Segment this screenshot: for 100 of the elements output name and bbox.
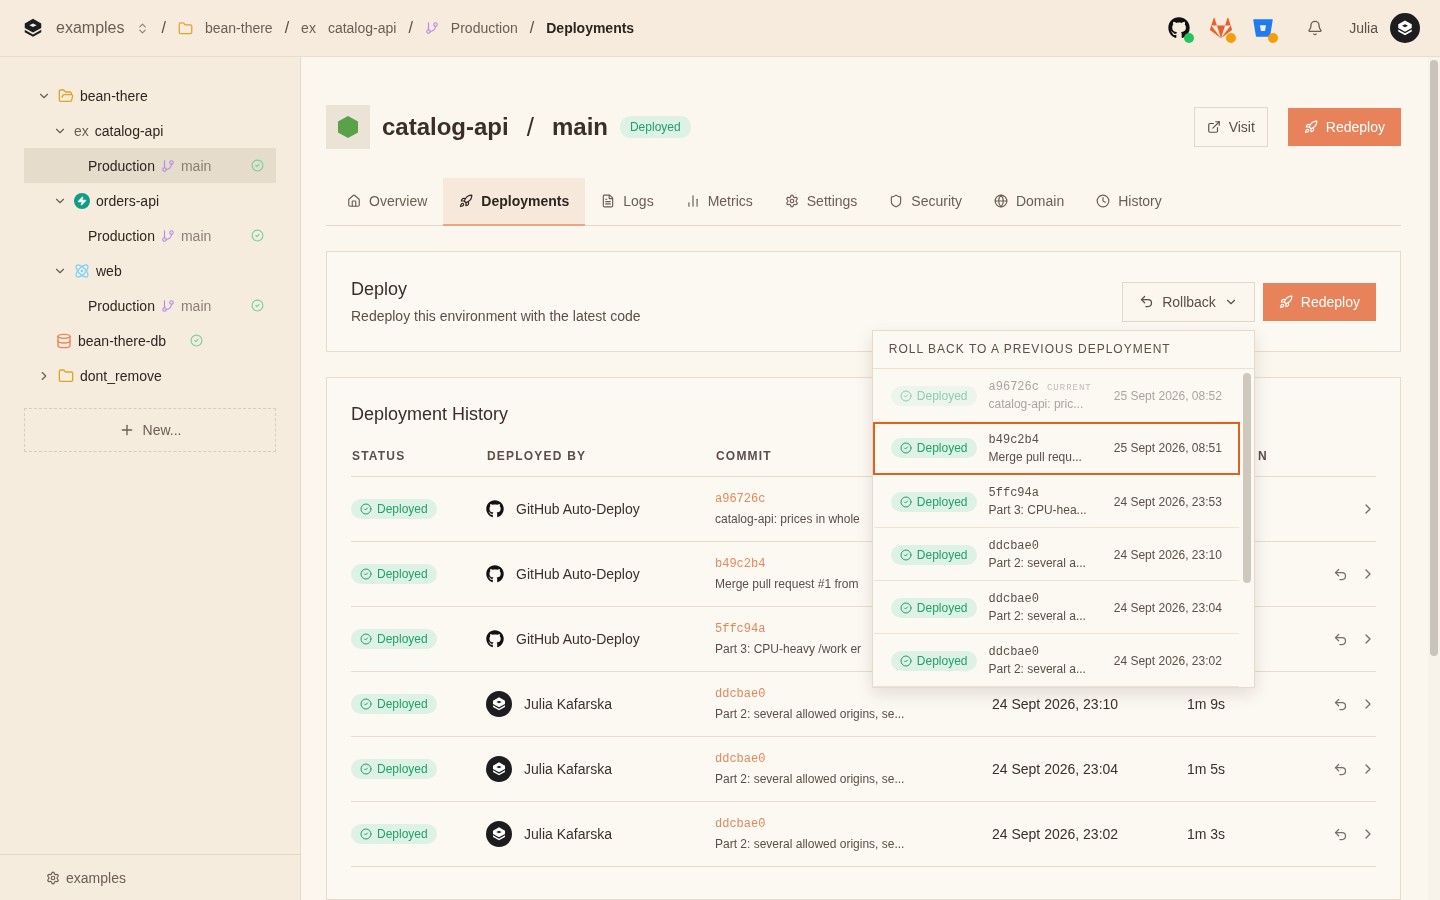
tree-item[interactable]: Production main (24, 148, 276, 183)
tree-item[interactable]: dont_remove (24, 358, 276, 393)
deploy-date: 25 Sept 2026, 08:51 (1113, 441, 1222, 455)
tab[interactable]: Overview (331, 178, 444, 226)
tree-item[interactable]: bean-there (24, 78, 276, 113)
rollback-button[interactable] (1333, 826, 1348, 842)
deploy-date: 25 Sept 2026, 08:52 (1113, 388, 1222, 403)
menu-item[interactable]: Deployed ddcbae0 Part 2: several a... 24 Sept 2026, 23:10 (872, 527, 1240, 581)
tree-label: web (96, 262, 122, 279)
tab[interactable]: Logs (585, 178, 670, 226)
commit-message: Part 2: several allowed origins, se... (715, 772, 905, 786)
tree-label: orders-api (96, 192, 160, 209)
new-button[interactable]: New... (24, 408, 276, 452)
breadcrumb-separator: / (529, 19, 535, 37)
title-separator: / (526, 111, 534, 143)
workspace-name[interactable]: examples (66, 869, 126, 886)
deploy-date: 24 Sept 2026, 23:04 (992, 761, 1119, 777)
commit-hash: a96726c CURRENT (988, 380, 1093, 394)
status-badge: Deployed (890, 544, 977, 565)
bitbucket-icon (1253, 18, 1274, 38)
status-badge: Deployed (619, 116, 691, 138)
deploy-date: 24 Sept 2026, 23:10 (992, 696, 1119, 712)
tab[interactable]: History (1080, 178, 1178, 226)
deployer-name: Julia Kafarska (524, 696, 612, 712)
logo-icon (491, 761, 507, 777)
rollback-button[interactable] (1333, 761, 1348, 777)
github-icon (486, 565, 504, 583)
status-badge: Deployed (890, 491, 977, 512)
tab[interactable]: Domain (977, 178, 1081, 226)
tab[interactable]: Metrics (669, 178, 769, 226)
notification-bell-icon[interactable] (1307, 20, 1324, 36)
commit-hash: 5ffc94a (715, 622, 766, 636)
crumb-prefix: ex (301, 20, 316, 36)
tree-label: Production (88, 297, 155, 314)
tree-prefix: ex (74, 122, 89, 139)
tree-item[interactable]: web (24, 253, 276, 288)
deploy-date: 24 Sept 2026, 23:02 (1113, 653, 1222, 668)
bar-chart-icon (685, 194, 700, 208)
deploy-date: 24 Sept 2026, 23:53 (1113, 494, 1222, 509)
rollback-button[interactable] (1333, 566, 1348, 582)
branch-icon (424, 21, 439, 35)
commit-message: Merge pull request #1 from (715, 577, 859, 591)
breadcrumb-separator: / (408, 19, 413, 37)
menu-item[interactable]: Deployed b49c2b4 Merge pull requ... 25 Sept 2026, 08:51 (872, 421, 1240, 475)
logo-icon (22, 17, 44, 39)
menu-item[interactable]: Deployed ddcbae0 Part 2: several a... 24 Sept 2026, 23:04 (872, 580, 1240, 634)
commit-hash: ddcbae0 (988, 592, 1040, 606)
deployer-name: GitHub Auto-Deploy (516, 566, 640, 582)
commit-message: Part 3: CPU-hea... (988, 503, 1088, 517)
scrollbar-thumb[interactable] (1242, 372, 1251, 583)
atom-icon (74, 262, 90, 279)
tree-item[interactable]: Production main (24, 288, 276, 323)
branch-label: main (180, 227, 212, 244)
commit-hash: ddcbae0 (715, 752, 766, 766)
deploy-duration: 1m 5s (1187, 761, 1226, 777)
github-icon (486, 500, 504, 518)
breadcrumb-link[interactable]: Deployments (546, 20, 635, 36)
menu-item[interactable]: Deployed ddcbae0 Part 2: several a... 24 Sept 2026, 23:02 (872, 633, 1240, 687)
commit-message: catalog-api: prices in whole (715, 512, 860, 526)
settings-icon (784, 194, 799, 208)
status-badge: Deployed (890, 385, 977, 406)
tree-label: catalog-api (94, 122, 164, 139)
check-circle-icon (899, 442, 912, 454)
tree-label: dont_remove (80, 367, 162, 384)
external-link-icon (1206, 120, 1221, 134)
check-circle-icon (899, 495, 912, 508)
rollback-button[interactable] (1333, 696, 1348, 712)
rollback-button[interactable]: Rollback (1122, 281, 1255, 322)
tree-item[interactable]: bean-there-db (24, 323, 276, 358)
breadcrumb-link[interactable]: bean-there (204, 20, 273, 36)
tree-item[interactable]: ex catalog-api (24, 113, 276, 148)
card-title: Deployment History (351, 404, 509, 425)
tree-item[interactable]: Production main (24, 218, 276, 253)
breadcrumb-link[interactable]: catalog-api (327, 20, 397, 36)
check-circle-icon (360, 698, 372, 710)
tree-label: Production (88, 157, 155, 174)
menu-heading: ROLL BACK TO A PREVIOUS DEPLOYMENT (872, 330, 1254, 369)
deploy-date: 24 Sept 2026, 23:02 (992, 826, 1119, 842)
globe-icon (993, 194, 1008, 208)
tab[interactable]: Security (873, 178, 978, 226)
card-description: Redeploy this environment with the latest code (351, 308, 641, 324)
commit-message: Part 2: several a... (988, 662, 1087, 676)
user-name[interactable]: Julia (1349, 20, 1378, 36)
status-badge: Deployed (890, 438, 977, 458)
workspace-switcher[interactable]: examples (56, 19, 125, 37)
tab[interactable]: Deployments (443, 178, 586, 226)
settings-icon (46, 870, 60, 885)
github-icon (1168, 17, 1191, 39)
visit-button[interactable]: Visit (1193, 107, 1268, 147)
tree-item[interactable]: orders-api (24, 183, 276, 218)
rollback-button[interactable] (1333, 631, 1348, 647)
user-avatar[interactable] (1390, 13, 1420, 43)
menu-item[interactable]: Deployed 5ffc94a Part 3: CPU-hea... 24 Sept 2026, 23:53 (872, 474, 1240, 528)
commit-hash: ddcbae0 (715, 817, 766, 831)
breadcrumb-link[interactable]: Production (450, 20, 518, 36)
rocket-icon (1278, 294, 1293, 309)
scrollbar-thumb[interactable] (1430, 60, 1438, 656)
commit-hash: ddcbae0 (988, 539, 1040, 553)
card-title: Deploy (351, 279, 408, 300)
tab[interactable]: Settings (768, 178, 874, 226)
